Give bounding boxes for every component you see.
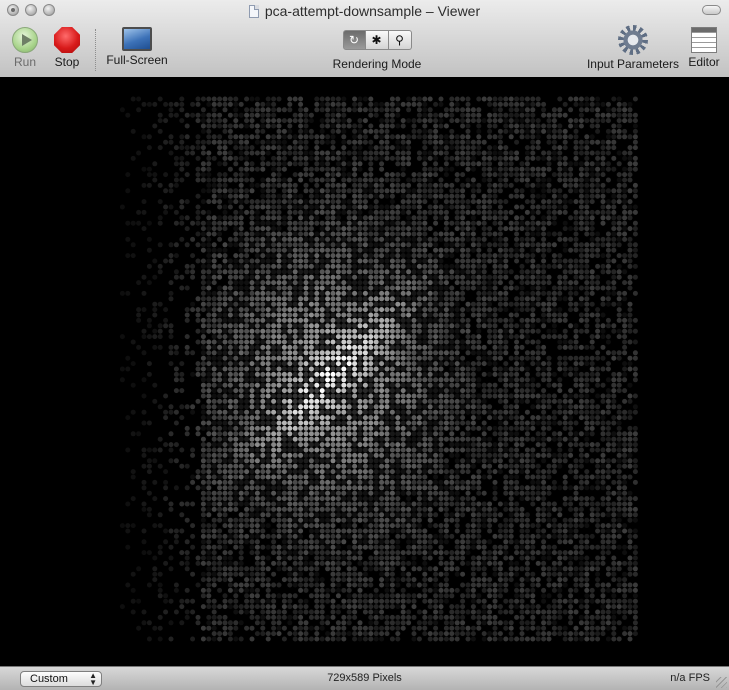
viewer-window: pca-attempt-downsample – Viewer Run Stop… <box>0 0 729 690</box>
status-bar: Custom ▲ ▼ 729x589 Pixels n/a FPS <box>0 666 729 690</box>
input-parameters-label: Input Parameters <box>586 57 680 71</box>
rendering-mode-control: ↻ ✱ ⚲ Rendering Mode <box>326 30 428 71</box>
magnifier-icon[interactable]: ⚲ <box>388 30 412 50</box>
rendering-mode-segmented: ↻ ✱ ⚲ <box>326 30 428 50</box>
resize-grip-icon[interactable] <box>716 677 727 688</box>
gear-icon <box>618 25 648 55</box>
input-parameters-button[interactable]: Input Parameters <box>586 25 680 71</box>
resolution-label: 729x589 Pixels <box>327 672 402 684</box>
editor-button[interactable]: Editor <box>684 27 724 69</box>
editor-icon <box>691 27 717 53</box>
monitor-icon <box>122 27 152 51</box>
refresh-icon[interactable]: ↻ <box>342 30 366 50</box>
stop-button[interactable]: Stop <box>50 27 84 69</box>
run-button[interactable]: Run <box>8 27 42 69</box>
window-title-area: pca-attempt-downsample – Viewer <box>0 3 729 20</box>
full-screen-button[interactable]: Full-Screen <box>104 27 170 67</box>
editor-label: Editor <box>688 55 720 69</box>
viewer-canvas[interactable] <box>0 77 729 666</box>
full-screen-label: Full-Screen <box>106 53 168 67</box>
toolbar-toggle-button[interactable] <box>702 5 721 15</box>
play-icon <box>12 27 38 53</box>
toolbar: pca-attempt-downsample – Viewer Run Stop… <box>0 0 729 78</box>
stop-icon <box>54 27 80 53</box>
rendered-image <box>119 96 638 642</box>
rendering-mode-label: Rendering Mode <box>332 57 422 71</box>
stop-label: Stop <box>54 55 80 69</box>
run-label: Run <box>13 55 36 69</box>
window-title: pca-attempt-downsample – Viewer <box>264 3 481 19</box>
fps-label: n/a FPS <box>670 672 710 684</box>
toolbar-separator <box>95 29 96 71</box>
bug-icon[interactable]: ✱ <box>365 30 389 50</box>
document-icon <box>248 5 259 18</box>
